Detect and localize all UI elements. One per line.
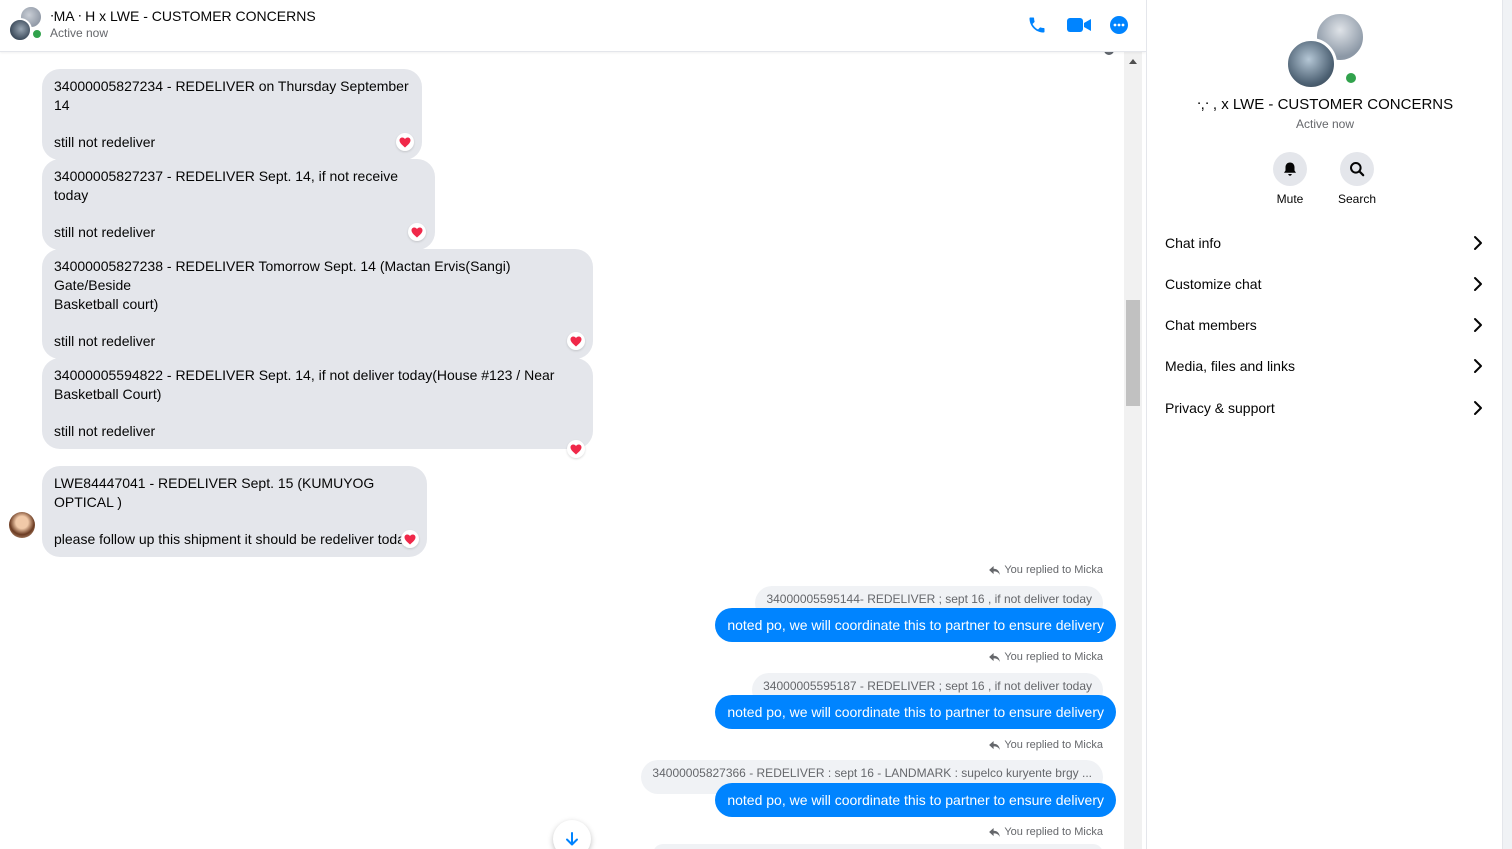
- message-line: still not redeliver: [54, 134, 156, 150]
- replied-to-text: You replied to Micka: [1004, 651, 1103, 663]
- replied-to-text: You replied to Micka: [1004, 739, 1103, 751]
- chat-title[interactable]: ᐧMA ᐧ H x LWE - CUSTOMER CONCERNS: [50, 8, 316, 25]
- incoming-message[interactable]: LWE84447041 - REDELIVER Sept. 15 (KUMUYO…: [42, 466, 427, 557]
- panel-chat-title: ᐧ,ᐧ , x LWE - CUSTOMER CONCERNS: [1196, 96, 1454, 113]
- chevron-right-icon: [1474, 318, 1482, 332]
- incoming-message[interactable]: 34000005594822 - REDELIVER Sept. 14, if …: [42, 358, 593, 449]
- reply-arrow-icon: [989, 740, 1001, 750]
- chat-column: ᐧMA ᐧ H x LWE - CUSTOMER CONCERNS Active…: [0, 0, 1146, 849]
- chat-details-panel: ᐧ,ᐧ , x LWE - CUSTOMER CONCERNS Active n…: [1146, 0, 1502, 849]
- online-indicator: [1343, 70, 1359, 86]
- sender-avatar[interactable]: [9, 512, 35, 538]
- menu-item-label: Privacy & support: [1165, 400, 1275, 416]
- message-scrollbar[interactable]: [1124, 52, 1142, 849]
- chat-header: ᐧMA ᐧ H x LWE - CUSTOMER CONCERNS Active…: [0, 0, 1146, 52]
- phone-icon: [1029, 17, 1045, 33]
- reply-arrow-icon: [989, 652, 1001, 662]
- replied-to-label: You replied to Micka: [989, 825, 1103, 839]
- phone-call-button[interactable]: [1024, 12, 1050, 38]
- arrow-down-icon: [566, 832, 578, 846]
- heart-reaction[interactable]: [396, 133, 414, 151]
- menu-item-privacy-support[interactable]: Privacy & support: [1155, 390, 1493, 426]
- message-line: please follow up this shipment it should…: [54, 531, 412, 547]
- group-avatar[interactable]: [8, 6, 44, 42]
- message-line: still not redeliver: [54, 423, 156, 439]
- heart-reaction[interactable]: [567, 332, 585, 350]
- mute-button[interactable]: Mute: [1260, 152, 1320, 206]
- menu-item-media-files-links[interactable]: Media, files and links: [1155, 348, 1493, 384]
- more-options-icon: [1110, 16, 1128, 34]
- menu-item-label: Media, files and links: [1165, 358, 1295, 374]
- online-indicator: [31, 28, 43, 40]
- message-list[interactable]: 34000005827234 - REDELIVER on Thursday S…: [0, 44, 1124, 849]
- replied-to-label: You replied to Micka: [989, 738, 1103, 752]
- conversation-info-button[interactable]: [1106, 12, 1132, 38]
- chevron-right-icon: [1474, 277, 1482, 291]
- quoted-message[interactable]: [653, 844, 1103, 849]
- reply-arrow-icon: [989, 827, 1001, 837]
- window-edge: [1502, 0, 1512, 849]
- avatar-photo-front: [8, 18, 32, 42]
- menu-item-customize-chat[interactable]: Customize chat: [1155, 266, 1493, 302]
- replied-to-label: You replied to Micka: [989, 650, 1103, 664]
- chat-status: Active now: [50, 26, 109, 40]
- incoming-message[interactable]: 34000005827237 - REDELIVER Sept. 14, if …: [42, 159, 435, 250]
- replied-to-label: You replied to Micka: [989, 563, 1103, 577]
- search-button[interactable]: Search: [1327, 152, 1387, 206]
- replied-to-text: You replied to Micka: [1004, 826, 1103, 838]
- chevron-right-icon: [1474, 401, 1482, 415]
- heart-reaction[interactable]: [408, 223, 426, 241]
- heart-icon: [404, 534, 416, 544]
- message-line: 34000005594822 - REDELIVER Sept. 14, if …: [54, 367, 555, 383]
- panel-chat-status: Active now: [1295, 117, 1355, 131]
- scroll-up-arrow-icon[interactable]: [1129, 59, 1137, 64]
- message-line: still not redeliver: [54, 224, 156, 240]
- video-call-button[interactable]: [1064, 12, 1094, 38]
- menu-item-label: Chat members: [1165, 317, 1257, 333]
- heart-icon: [399, 137, 411, 147]
- heart-icon: [570, 336, 582, 346]
- chevron-right-icon: [1474, 236, 1482, 250]
- outgoing-message[interactable]: noted po, we will coordinate this to par…: [715, 695, 1116, 729]
- message-line: 34000005827234 - REDELIVER on Thursday S…: [54, 78, 409, 113]
- heart-icon: [411, 227, 423, 237]
- incoming-message[interactable]: 34000005827238 - REDELIVER Tomorrow Sept…: [42, 249, 593, 359]
- message-line: 34000005827238 - REDELIVER Tomorrow Sept…: [54, 258, 511, 293]
- scroll-thumb[interactable]: [1126, 300, 1140, 406]
- search-button-circle[interactable]: [1340, 152, 1374, 186]
- menu-item-chat-members[interactable]: Chat members: [1155, 307, 1493, 343]
- replied-to-text: You replied to Micka: [1004, 564, 1103, 576]
- incoming-message[interactable]: 34000005827234 - REDELIVER on Thursday S…: [42, 69, 422, 160]
- chevron-right-icon: [1474, 359, 1482, 373]
- heart-reaction[interactable]: [401, 530, 419, 548]
- message-line: 34000005827237 - REDELIVER Sept. 14, if …: [54, 168, 398, 203]
- mute-button-circle[interactable]: [1273, 152, 1307, 186]
- video-camera-icon: [1067, 18, 1091, 32]
- search-label: Search: [1337, 192, 1377, 206]
- menu-item-chat-info[interactable]: Chat info: [1155, 225, 1493, 261]
- menu-item-label: Customize chat: [1165, 276, 1262, 292]
- outgoing-message[interactable]: noted po, we will coordinate this to par…: [715, 783, 1116, 817]
- group-avatar-large[interactable]: [1285, 12, 1365, 92]
- messenger-window: ᐧMA ᐧ H x LWE - CUSTOMER CONCERNS Active…: [0, 0, 1512, 849]
- outgoing-message[interactable]: noted po, we will coordinate this to par…: [715, 608, 1116, 642]
- heart-icon: [570, 444, 582, 454]
- menu-item-label: Chat info: [1165, 235, 1222, 251]
- message-line: Basketball Court): [54, 386, 162, 402]
- heart-reaction[interactable]: [567, 440, 585, 458]
- search-icon: [1350, 162, 1365, 177]
- message-line: LWE84447041 - REDELIVER Sept. 15 (KUMUYO…: [54, 475, 375, 510]
- reply-arrow-icon: [989, 565, 1001, 575]
- mute-label: Mute: [1276, 192, 1304, 206]
- message-line: still not redeliver: [54, 333, 156, 349]
- avatar-photo-front: [1285, 38, 1337, 90]
- message-line: Basketball court): [54, 296, 159, 312]
- bell-icon: [1284, 162, 1296, 176]
